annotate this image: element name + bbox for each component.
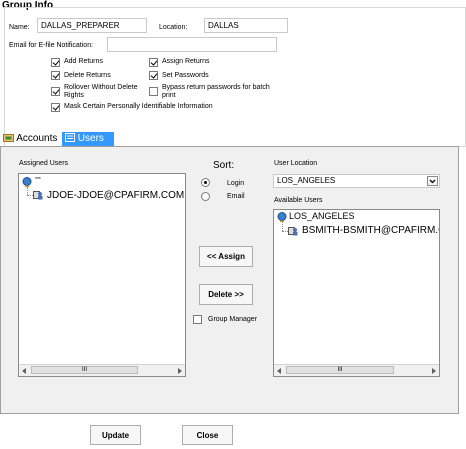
sort-login-label: Login — [227, 180, 245, 187]
close-button[interactable]: Close — [182, 425, 233, 445]
location-label: Location: — [159, 24, 188, 31]
name-field[interactable]: DALLAS_PREPARER — [37, 18, 147, 33]
mask-pii-label: Mask Certain Personally Identifiable Inf… — [64, 103, 213, 110]
available-users-list[interactable]: LOS_ANGELES BSMITH-BSMITH@CPAFIRM.COM II… — [273, 209, 440, 377]
add-returns-checkbox[interactable] — [51, 58, 60, 67]
scroll-left-icon[interactable] — [22, 368, 26, 374]
delete-button[interactable]: Delete >> — [199, 284, 253, 305]
tab-accounts[interactable]: Accounts — [3, 133, 57, 144]
user-location-value: LOS_ANGELES — [277, 176, 336, 185]
name-label: Name: — [9, 24, 30, 31]
set-passwords-label: Set Passwords — [162, 72, 209, 79]
set-passwords-checkbox[interactable] — [149, 71, 158, 80]
rollover-checkbox[interactable] — [51, 87, 60, 96]
assign-returns-label: Assign Returns — [162, 58, 210, 65]
bypass-passwords-checkbox[interactable] — [149, 87, 158, 96]
available-users-label: Available Users — [274, 197, 323, 204]
folder-icon — [3, 134, 14, 142]
available-list-hscroll[interactable]: III — [274, 364, 439, 376]
tab-users-label: Users — [77, 133, 104, 144]
delete-returns-label: Delete Returns — [64, 72, 111, 79]
scroll-right-icon[interactable] — [432, 368, 436, 374]
user-location-select[interactable]: LOS_ANGELES — [273, 174, 440, 188]
email-field[interactable] — [107, 37, 277, 52]
delete-returns-checkbox[interactable] — [51, 71, 60, 80]
rollover-label: Rollover Without Delete Rights — [64, 84, 138, 99]
group-manager-label: Group Manager — [208, 316, 258, 323]
update-button[interactable]: Update — [90, 425, 141, 445]
scroll-right-icon[interactable] — [178, 368, 182, 374]
user-icon — [288, 227, 298, 236]
assign-button[interactable]: << Assign — [199, 246, 253, 267]
scroll-left-icon[interactable] — [277, 368, 281, 374]
add-returns-label: Add Returns — [64, 58, 103, 65]
users-tab-icon — [65, 133, 75, 142]
scroll-grip: III — [337, 367, 343, 373]
mask-pii-checkbox[interactable] — [51, 103, 60, 112]
scroll-grip: III — [81, 367, 88, 373]
scroll-thumb[interactable]: III — [31, 366, 138, 374]
sort-email-label: Email — [227, 193, 245, 200]
available-root-label[interactable]: LOS_ANGELES — [289, 211, 355, 221]
user-icon — [33, 191, 43, 200]
sort-email-radio[interactable] — [201, 192, 210, 201]
assign-returns-checkbox[interactable] — [149, 58, 158, 67]
assigned-users-list[interactable]: *** JDOE-JDOE@CPAFIRM.COM III — [18, 173, 186, 377]
assigned-users-label: Assigned Users — [19, 160, 69, 167]
scroll-thumb[interactable]: III — [286, 366, 394, 374]
tab-accounts-label: Accounts — [16, 133, 58, 144]
assigned-list-hscroll[interactable]: III — [19, 364, 185, 376]
tab-users[interactable]: Users — [62, 132, 114, 146]
user-location-label: User Location — [274, 160, 318, 167]
globe-icon — [277, 212, 287, 222]
sort-label: Sort: — [213, 160, 235, 171]
assigned-user-item[interactable]: JDOE-JDOE@CPAFIRM.COM — [47, 190, 184, 201]
assigned-root-label: *** — [35, 177, 41, 183]
location-field[interactable]: DALLAS — [204, 18, 288, 33]
globe-icon — [22, 177, 32, 187]
available-user-item[interactable]: BSMITH-BSMITH@CPAFIRM.COM — [302, 225, 439, 236]
sort-login-radio[interactable] — [201, 178, 210, 187]
email-label: Email for E-file Notification: — [9, 42, 94, 49]
group-manager-checkbox[interactable] — [193, 315, 202, 324]
bypass-passwords-label: Bypass return passwords for batch print — [162, 84, 270, 99]
chevron-down-icon[interactable] — [427, 176, 438, 186]
